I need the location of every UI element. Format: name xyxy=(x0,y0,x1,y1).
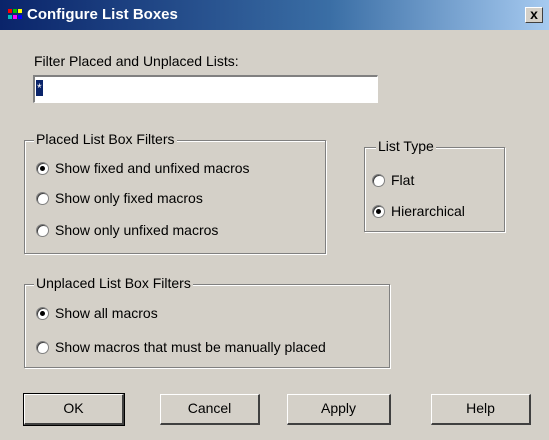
radio-label: Flat xyxy=(391,172,415,188)
radio-label: Show all macros xyxy=(55,305,158,321)
list-type-title: List Type xyxy=(376,138,436,154)
close-button[interactable]: x xyxy=(525,7,543,23)
radio-label: Show fixed and unfixed macros xyxy=(55,160,250,176)
radio-button[interactable] xyxy=(36,162,49,175)
radio-label: Hierarchical xyxy=(391,203,465,219)
list-type-group xyxy=(364,147,505,232)
close-icon: x xyxy=(530,6,538,22)
placed-filters-title: Placed List Box Filters xyxy=(34,131,177,147)
radio-button[interactable] xyxy=(372,174,385,187)
window-title: Configure List Boxes xyxy=(27,6,178,23)
app-icon xyxy=(8,9,22,19)
radio-button[interactable] xyxy=(372,205,385,218)
help-button[interactable]: Help xyxy=(431,394,531,425)
radio-label: Show only unfixed macros xyxy=(55,222,219,238)
unplaced-filters-group xyxy=(24,284,390,368)
filter-input-value: * xyxy=(36,80,43,96)
radio-button[interactable] xyxy=(36,192,49,205)
cancel-button[interactable]: Cancel xyxy=(160,394,260,425)
ok-button[interactable]: OK xyxy=(23,393,125,426)
filter-input[interactable] xyxy=(33,75,378,103)
title-bar: Configure List Boxes x xyxy=(0,0,549,30)
radio-button[interactable] xyxy=(36,341,49,354)
radio-button[interactable] xyxy=(36,224,49,237)
radio-button[interactable] xyxy=(36,307,49,320)
radio-label: Show macros that must be manually placed xyxy=(55,339,326,355)
apply-button[interactable]: Apply xyxy=(287,394,391,425)
filter-label: Filter Placed and Unplaced Lists: xyxy=(34,53,239,69)
radio-label: Show only fixed macros xyxy=(55,190,203,206)
unplaced-filters-title: Unplaced List Box Filters xyxy=(34,275,193,291)
